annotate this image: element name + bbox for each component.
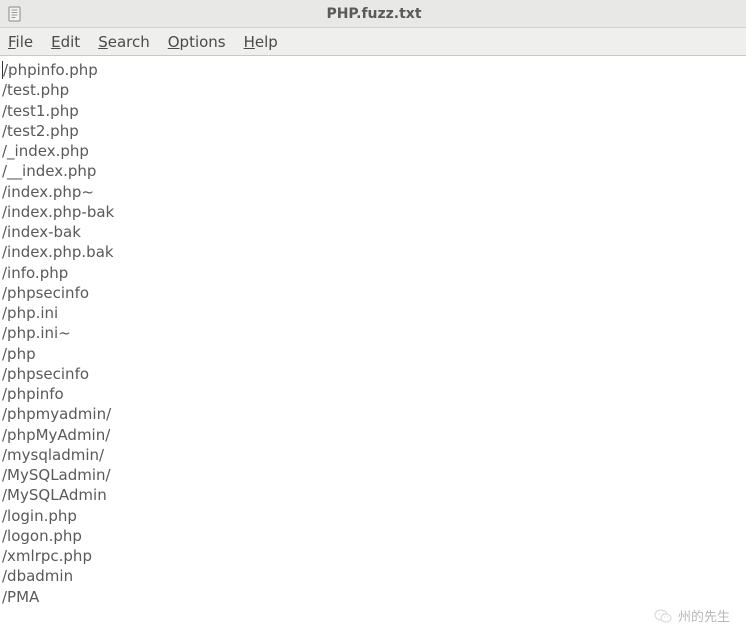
text-line: /test.php bbox=[2, 80, 744, 100]
text-line: /PMA bbox=[2, 587, 744, 607]
text-line: /phpMyAdmin/ bbox=[2, 425, 744, 445]
menu-edit[interactable]: Edit bbox=[51, 33, 80, 51]
menubar: File Edit Search Options Help bbox=[0, 28, 746, 56]
text-line: /phpinfo.php bbox=[2, 60, 744, 80]
text-line: /phpmyadmin/ bbox=[2, 404, 744, 424]
text-line: /phpinfo bbox=[2, 384, 744, 404]
text-content[interactable]: /phpinfo.php/test.php/test1.php/test2.ph… bbox=[0, 56, 746, 611]
wechat-icon bbox=[654, 608, 672, 624]
text-line: /test1.php bbox=[2, 101, 744, 121]
text-line: /index.php.bak bbox=[2, 242, 744, 262]
text-line: /index-bak bbox=[2, 222, 744, 242]
text-line: /info.php bbox=[2, 263, 744, 283]
text-line: /logon.php bbox=[2, 526, 744, 546]
text-line: /index.php~ bbox=[2, 182, 744, 202]
menu-options[interactable]: Options bbox=[168, 33, 226, 51]
watermark: 州的先生 bbox=[654, 606, 730, 625]
text-line: /test2.php bbox=[2, 121, 744, 141]
window-title: PHP.fuzz.txt bbox=[32, 6, 746, 22]
document-icon bbox=[6, 5, 24, 23]
text-line: /MySQLadmin/ bbox=[2, 465, 744, 485]
text-line: /phpsecinfo bbox=[2, 364, 744, 384]
text-line: /phpsecinfo bbox=[2, 283, 744, 303]
text-line: /php.ini bbox=[2, 303, 744, 323]
text-line: /mysqladmin/ bbox=[2, 445, 744, 465]
text-line: /php.ini~ bbox=[2, 323, 744, 343]
titlebar: PHP.fuzz.txt bbox=[0, 0, 746, 28]
text-line: /MySQLAdmin bbox=[2, 485, 744, 505]
watermark-text: 州的先生 bbox=[678, 606, 730, 625]
text-line: /__index.php bbox=[2, 161, 744, 181]
text-line: /php bbox=[2, 344, 744, 364]
text-line: /login.php bbox=[2, 506, 744, 526]
text-line: /xmlrpc.php bbox=[2, 546, 744, 566]
menu-file[interactable]: File bbox=[8, 33, 33, 51]
text-line: /dbadmin bbox=[2, 566, 744, 586]
text-line: /_index.php bbox=[2, 141, 744, 161]
menu-help[interactable]: Help bbox=[244, 33, 278, 51]
text-line: /index.php-bak bbox=[2, 202, 744, 222]
menu-search[interactable]: Search bbox=[98, 33, 150, 51]
